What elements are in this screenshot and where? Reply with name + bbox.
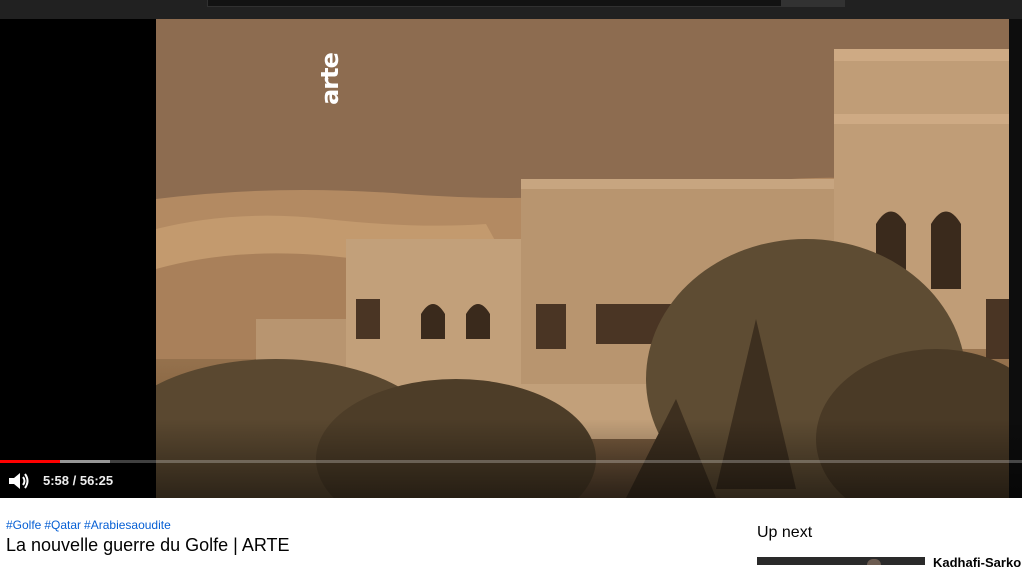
progress-bar[interactable]	[0, 460, 1022, 463]
controls-gradient	[0, 419, 1022, 498]
hashtag-list: #Golfe #Qatar #Arabiesaoudite	[6, 518, 174, 532]
up-next-thumbnail[interactable]	[757, 557, 925, 565]
masthead	[0, 0, 1022, 19]
volume-icon	[9, 473, 29, 489]
watermark-text: arte	[315, 53, 344, 105]
volume-button[interactable]	[6, 469, 32, 493]
video-player[interactable]: arte 5:58 / 56:25	[0, 19, 1022, 498]
hashtag-link[interactable]: #Golfe	[6, 518, 41, 532]
video-title: La nouvelle guerre du Golfe | ARTE	[6, 535, 290, 555]
time-display: 5:58 / 56:25	[43, 473, 114, 488]
search-button[interactable]	[781, 0, 845, 7]
up-next-heading: Up next	[757, 524, 813, 541]
hashtag-link[interactable]: #Qatar	[44, 518, 81, 532]
hashtag-link[interactable]: #Arabiesaoudite	[84, 518, 171, 532]
channel-watermark: arte	[316, 37, 356, 117]
search-input[interactable]	[207, 0, 783, 7]
progress-played	[0, 460, 61, 463]
up-next-title[interactable]: Kadhafi-Sarko	[933, 555, 1021, 570]
